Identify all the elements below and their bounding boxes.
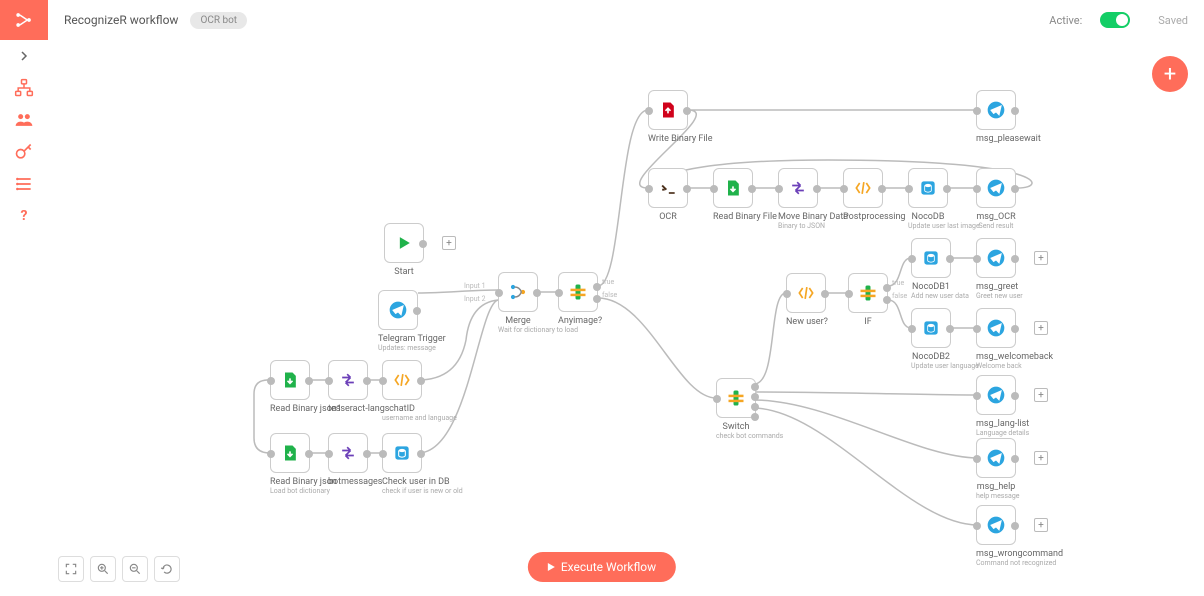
node-msg-wrongcommand[interactable]: msg_wrongcommand Command not recognized	[976, 505, 1016, 567]
node-check-user[interactable]: Check user in DB check if user is new or…	[382, 433, 422, 495]
active-label: Active:	[1049, 14, 1082, 27]
node-move-binary[interactable]: Move Binary Data Binary to JSON	[778, 168, 818, 230]
if-false-label: false	[892, 292, 907, 300]
node-nocodb[interactable]: NocoDB Update user last image	[908, 168, 948, 230]
if-true-label: true	[892, 279, 904, 287]
node-start[interactable]: Start	[384, 223, 424, 277]
node-read-binary-json1[interactable]: Read Binary json1	[270, 360, 310, 414]
app-logo	[0, 0, 48, 40]
sidebar-workflows-icon[interactable]	[0, 72, 48, 104]
zoom-in-button[interactable]	[90, 556, 116, 582]
reset-view-button[interactable]	[154, 556, 180, 582]
sidebar-expand-icon[interactable]	[0, 40, 48, 72]
anyimage-true-label: true	[602, 278, 614, 286]
zoom-out-button[interactable]	[122, 556, 148, 582]
node-telegram-trigger[interactable]: Telegram Trigger Updates: message	[378, 290, 418, 352]
saved-status: Saved	[1158, 14, 1188, 27]
add-output-greet[interactable]: +	[1034, 251, 1048, 265]
workflow-canvas[interactable]: Start + Telegram Trigger Updates: messag…	[48, 40, 1204, 596]
node-read-binary-json[interactable]: Read Binary json Load bot dictionary	[270, 433, 310, 495]
node-botmessages[interactable]: botmessages	[328, 433, 368, 487]
node-msg-help[interactable]: msg_help help message	[976, 438, 1016, 500]
node-read-binary-file[interactable]: Read Binary File	[713, 168, 753, 222]
add-output-langlist[interactable]: +	[1034, 388, 1048, 402]
node-nocodb1[interactable]: NocoDB1 Add new user data	[911, 238, 951, 300]
node-switch[interactable]: Switch check bot commands	[716, 378, 756, 440]
sidebar-help-icon[interactable]: ?	[0, 200, 48, 232]
node-msg-ocr[interactable]: msg_OCR Send result	[976, 168, 1016, 230]
execute-workflow-button[interactable]: Execute Workflow	[528, 552, 676, 582]
node-write-binary[interactable]: Write Binary File	[648, 90, 688, 144]
node-msg-greet[interactable]: msg_greet Greet new user	[976, 238, 1016, 300]
node-merge[interactable]: Merge Wait for dictionary to load	[498, 272, 538, 334]
node-tesseract-langs[interactable]: tesseract-langs	[328, 360, 368, 414]
node-msg-welcomeback[interactable]: msg_welcomeback Welcome back	[976, 308, 1016, 370]
node-postprocessing[interactable]: Postprocessing	[843, 168, 883, 222]
node-nocodb2[interactable]: NocoDB2 Update user language	[911, 308, 951, 370]
add-output-start[interactable]: +	[442, 236, 456, 250]
node-anyimage[interactable]: Anyimage?	[558, 272, 598, 326]
node-msg-langlist[interactable]: msg_lang-list Language details	[976, 375, 1016, 437]
sidebar-executions-icon[interactable]	[0, 168, 48, 200]
add-output-help[interactable]: +	[1034, 451, 1048, 465]
sidebar-credentials-icon[interactable]	[0, 136, 48, 168]
merge-input2-label: Input 2	[464, 295, 486, 303]
node-chatid[interactable]: chatID username and language	[382, 360, 422, 422]
connection-wires	[48, 40, 1204, 596]
node-ocr[interactable]: OCR	[648, 168, 688, 222]
add-output-wrongcommand[interactable]: +	[1034, 518, 1048, 532]
node-new-user[interactable]: New user?	[786, 273, 826, 327]
fit-view-button[interactable]	[58, 556, 84, 582]
node-if[interactable]: IF	[848, 273, 888, 327]
node-msg-pleasewait[interactable]: msg_pleasewait	[976, 90, 1016, 144]
workflow-name[interactable]: RecognizeR workflow	[64, 13, 178, 27]
workflow-tag[interactable]: OCR bot	[190, 12, 247, 29]
sidebar-users-icon[interactable]	[0, 104, 48, 136]
anyimage-false-label: false	[602, 291, 617, 299]
merge-input1-label: Input 1	[464, 282, 486, 290]
active-toggle[interactable]	[1100, 12, 1130, 28]
play-icon	[548, 563, 555, 571]
add-node-button[interactable]: +	[1152, 56, 1188, 92]
add-output-welcomeback[interactable]: +	[1034, 321, 1048, 335]
